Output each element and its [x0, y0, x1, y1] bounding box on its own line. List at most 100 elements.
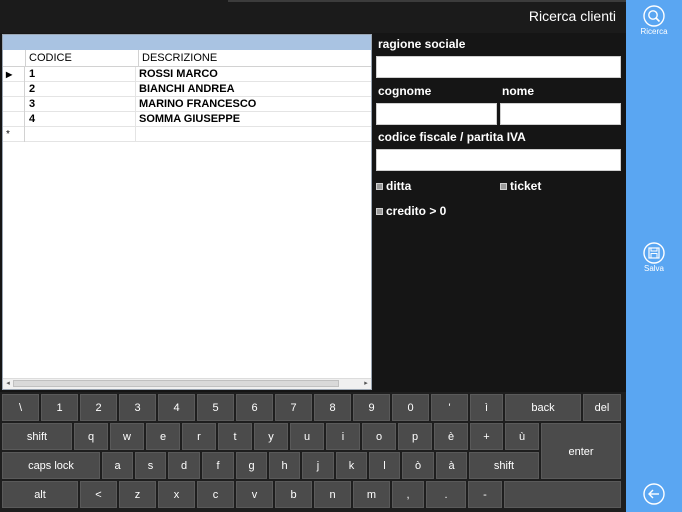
key[interactable]: d — [168, 452, 200, 479]
table-row[interactable]: 4 SOMMA GIUSEPPE — [3, 112, 371, 127]
key[interactable]: ù — [505, 423, 539, 450]
key[interactable]: ' — [431, 394, 468, 421]
key[interactable]: \ — [2, 394, 39, 421]
scroll-right-icon[interactable]: ▸ — [361, 379, 371, 389]
credito-checkbox-box[interactable] — [376, 208, 383, 216]
key[interactable]: 0 — [392, 394, 429, 421]
key[interactable]: p — [398, 423, 432, 450]
key[interactable]: ì — [470, 394, 503, 421]
page-title: Ricerca clienti — [528, 8, 616, 24]
key[interactable]: 3 — [119, 394, 156, 421]
space-key[interactable] — [504, 481, 621, 508]
cell-code[interactable]: 3 — [26, 97, 136, 112]
shift-key[interactable]: shift — [2, 423, 72, 450]
key[interactable]: < — [80, 481, 117, 508]
cognome-label: cognome — [378, 84, 432, 98]
cell-description[interactable] — [139, 127, 369, 142]
scrollbar-thumb[interactable] — [13, 380, 339, 387]
table-row[interactable]: 3 MARINO FRANCESCO — [3, 97, 371, 112]
key[interactable]: z — [119, 481, 156, 508]
ticket-checkbox-box[interactable] — [500, 183, 507, 191]
key[interactable]: 8 — [314, 394, 351, 421]
column-header-descrizione[interactable]: DESCRIZIONE — [139, 50, 371, 66]
key[interactable]: g — [236, 452, 267, 479]
caps-lock-key[interactable]: caps lock — [2, 452, 100, 479]
key[interactable]: f — [202, 452, 234, 479]
alt-key[interactable]: alt — [2, 481, 78, 508]
ticket-label: ticket — [510, 179, 542, 193]
key[interactable]: a — [102, 452, 133, 479]
cell-code[interactable] — [26, 127, 136, 142]
new-row[interactable]: * — [3, 127, 371, 142]
cell-code[interactable]: 4 — [26, 112, 136, 127]
key[interactable]: , — [392, 481, 424, 508]
key[interactable]: ò — [402, 452, 434, 479]
key[interactable]: - — [468, 481, 502, 508]
key[interactable]: à — [436, 452, 467, 479]
table-row[interactable]: ▶ 1 ROSSI MARCO — [3, 67, 371, 82]
key[interactable]: v — [236, 481, 273, 508]
key[interactable]: m — [353, 481, 390, 508]
key[interactable]: b — [275, 481, 312, 508]
save-icon — [643, 242, 665, 264]
ragione-sociale-input[interactable] — [376, 56, 621, 78]
scroll-left-icon[interactable]: ◂ — [3, 379, 13, 389]
search-icon — [643, 5, 665, 27]
key[interactable]: h — [269, 452, 300, 479]
key[interactable]: i — [326, 423, 360, 450]
key[interactable]: s — [135, 452, 166, 479]
search-button[interactable]: Ricerca — [626, 5, 682, 36]
ditta-checkbox[interactable]: ditta — [376, 179, 411, 193]
key[interactable]: 5 — [197, 394, 234, 421]
key[interactable]: . — [426, 481, 466, 508]
cell-description[interactable]: BIANCHI ANDREA — [139, 82, 369, 97]
nome-label: nome — [502, 84, 535, 98]
key[interactable]: j — [302, 452, 334, 479]
key[interactable]: e — [146, 423, 180, 450]
table-row[interactable]: 2 BIANCHI ANDREA — [3, 82, 371, 97]
key[interactable]: 6 — [236, 394, 273, 421]
key[interactable]: è — [434, 423, 468, 450]
key[interactable]: 2 — [80, 394, 117, 421]
ticket-checkbox[interactable]: ticket — [500, 179, 541, 193]
nome-input[interactable] — [500, 103, 621, 125]
column-header-codice[interactable]: CODICE — [26, 50, 139, 66]
key[interactable]: u — [290, 423, 324, 450]
key[interactable]: 1 — [41, 394, 78, 421]
key[interactable]: l — [369, 452, 400, 479]
ditta-checkbox-box[interactable] — [376, 183, 383, 191]
row-header-corner — [3, 50, 26, 66]
save-label: Salva — [643, 264, 664, 273]
key[interactable]: 4 — [158, 394, 195, 421]
cognome-input[interactable] — [376, 103, 497, 125]
key[interactable]: 7 — [275, 394, 312, 421]
key[interactable]: x — [158, 481, 195, 508]
key[interactable]: q — [74, 423, 108, 450]
key[interactable]: k — [336, 452, 367, 479]
clients-grid[interactable]: CODICE DESCRIZIONE ▶ 1 ROSSI MARCO 2 BIA… — [2, 34, 372, 390]
key[interactable]: t — [218, 423, 252, 450]
key[interactable]: 9 — [353, 394, 390, 421]
back-button[interactable] — [626, 483, 682, 505]
delete-key[interactable]: del — [583, 394, 621, 421]
enter-key[interactable]: enter — [541, 423, 621, 479]
credito-checkbox[interactable]: credito > 0 — [376, 204, 446, 218]
cell-description[interactable]: SOMMA GIUSEPPE — [139, 112, 369, 127]
horizontal-scrollbar[interactable]: ◂ ▸ — [3, 378, 371, 389]
shift-key[interactable]: shift — [469, 452, 539, 479]
backspace-key[interactable]: back — [505, 394, 581, 421]
key[interactable]: w — [110, 423, 144, 450]
key[interactable]: y — [254, 423, 288, 450]
ditta-label: ditta — [386, 179, 412, 193]
codice-fiscale-input[interactable] — [376, 149, 621, 171]
cell-description[interactable]: MARINO FRANCESCO — [139, 97, 369, 112]
key[interactable]: o — [362, 423, 396, 450]
cell-code[interactable]: 1 — [26, 67, 136, 82]
key[interactable]: r — [182, 423, 216, 450]
save-button[interactable]: Salva — [626, 242, 682, 273]
key[interactable]: c — [197, 481, 234, 508]
key[interactable]: n — [314, 481, 351, 508]
cell-code[interactable]: 2 — [26, 82, 136, 97]
key[interactable]: + — [470, 423, 503, 450]
cell-description[interactable]: ROSSI MARCO — [139, 67, 369, 82]
